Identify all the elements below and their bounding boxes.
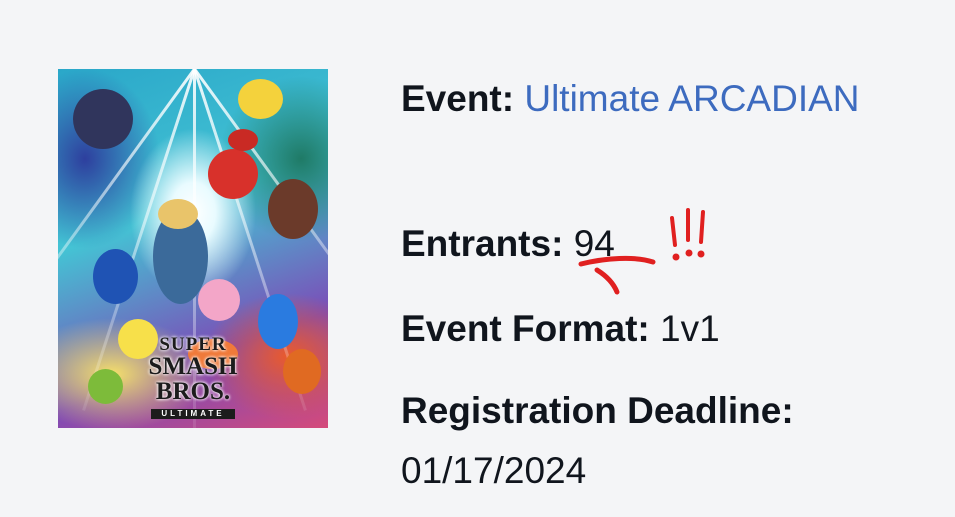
cover-logo: SUPER SMASH BROS. ULTIMATE xyxy=(110,335,276,420)
exclamation-dot-3 xyxy=(697,250,705,258)
event-format-value: 1v1 xyxy=(660,308,720,349)
logo-line-3: ULTIMATE xyxy=(151,409,235,419)
event-name-link[interactable]: Ultimate ARCADIAN xyxy=(524,78,859,119)
game-cover-image: SUPER SMASH BROS. ULTIMATE xyxy=(58,69,328,428)
event-label: Event: xyxy=(401,78,515,119)
registration-deadline-row: Registration Deadline: xyxy=(401,392,794,429)
event-format-label: Event Format: xyxy=(401,308,650,349)
exclamation-1 xyxy=(670,216,677,247)
exclamation-dot-2 xyxy=(685,249,693,257)
event-format-row: Event Format: 1v1 xyxy=(401,310,720,347)
registration-deadline-label: Registration Deadline: xyxy=(401,390,794,431)
entrants-row: Entrants: 94 xyxy=(401,225,615,262)
underline-tail xyxy=(594,267,620,295)
registration-deadline-value: 01/17/2024 xyxy=(401,450,587,491)
logo-line-1: SUPER xyxy=(159,334,227,355)
exclamation-3 xyxy=(699,210,705,244)
logo-line-2: SMASH BROS. xyxy=(148,353,238,405)
entrants-label: Entrants: xyxy=(401,223,564,264)
exclamation-dot-1 xyxy=(672,253,680,261)
registration-deadline-value-row: 01/17/2024 xyxy=(401,452,586,489)
event-row: Event: Ultimate ARCADIAN xyxy=(401,80,860,117)
entrants-count: 94 xyxy=(573,223,615,264)
